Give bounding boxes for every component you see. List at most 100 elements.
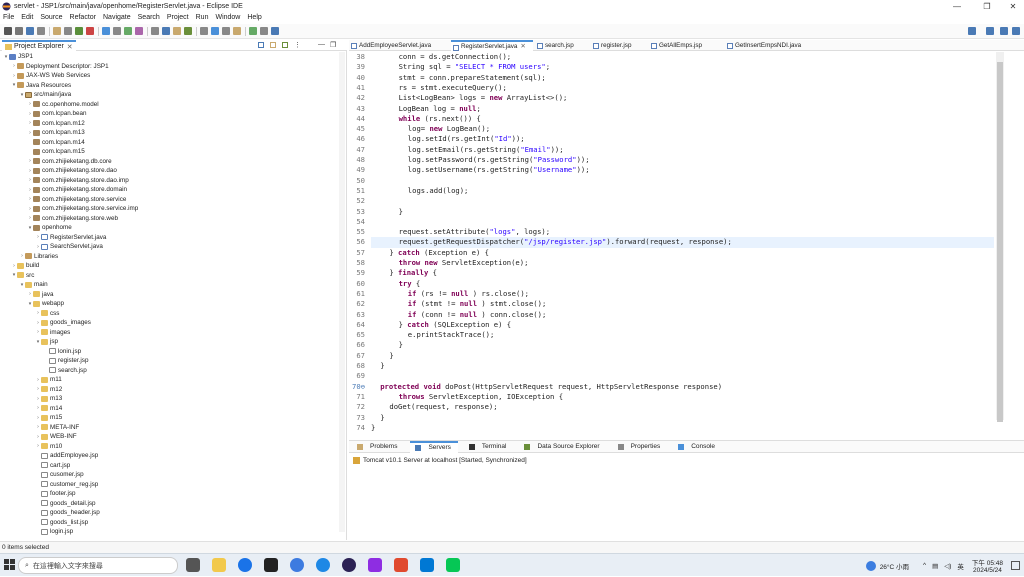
tree-item[interactable]: › m12: [35, 385, 62, 395]
tree-item[interactable]: › SearchServlet.java: [35, 242, 103, 252]
tree-item[interactable]: ▾ src/main/java: [19, 90, 71, 100]
tree-item[interactable]: cusomer.jsp: [35, 470, 84, 480]
server-row[interactable]: Tomcat v10.1 Server at localhost [Starte…: [353, 455, 527, 465]
tab-problems[interactable]: Problems: [352, 441, 404, 453]
toolbar-button-icon[interactable]: [173, 27, 181, 35]
toolbar-button-icon[interactable]: [53, 27, 61, 35]
toolbar-button-icon[interactable]: [75, 27, 83, 35]
tree-item[interactable]: ▾ webapp: [27, 299, 64, 309]
menu-refactor[interactable]: Refactor: [70, 14, 96, 21]
tab-project-explorer[interactable]: Project Explorer ✕: [2, 40, 76, 51]
perspective-icon[interactable]: [968, 27, 976, 35]
taskbar-search[interactable]: ⌕ 在這裡輸入文字來搜尋: [18, 557, 178, 574]
clock[interactable]: 下午 05:48 2024/5/24: [972, 557, 1003, 574]
tree-item[interactable]: ▾ main: [19, 280, 48, 290]
tab-properties[interactable]: Properties: [613, 441, 668, 453]
notification-icon[interactable]: [1011, 561, 1020, 570]
eclipse-taskbar-icon[interactable]: [342, 558, 356, 572]
tab-register-jsp[interactable]: register.jsp: [591, 40, 647, 51]
tree-item[interactable]: › com.zhijieketang.db.core: [27, 157, 112, 167]
tree-item[interactable]: › m11: [35, 375, 62, 385]
close-icon[interactable]: ✕: [520, 43, 525, 50]
menu-edit[interactable]: Edit: [21, 14, 33, 21]
tree-item[interactable]: login.jsp: [35, 527, 73, 537]
perspective-icon[interactable]: [986, 27, 994, 35]
tab-terminal[interactable]: Terminal: [464, 441, 514, 453]
app-icon[interactable]: [264, 558, 278, 572]
tree-item[interactable]: ▾ jsp: [35, 337, 58, 347]
toolbar-button-icon[interactable]: [271, 27, 279, 35]
app-icon-2[interactable]: [290, 558, 304, 572]
toolbar-button-icon[interactable]: [260, 27, 268, 35]
toolbar-button-icon[interactable]: [222, 27, 230, 35]
tab-getinsertempsndi-java[interactable]: GetInsertEmpsNDI.java: [725, 40, 821, 51]
tab-search-jsp[interactable]: search.jsp: [535, 40, 589, 51]
toolbar-button-icon[interactable]: [135, 27, 143, 35]
volume-icon[interactable]: ◁): [944, 562, 951, 570]
tree-item[interactable]: › META-INF: [35, 423, 79, 433]
toolbar-button-icon[interactable]: [4, 27, 12, 35]
perspective-icon[interactable]: [1012, 27, 1020, 35]
toolbar-button-icon[interactable]: [124, 27, 132, 35]
tab-registerservlet-java[interactable]: RegisterServlet.java ✕: [451, 40, 533, 51]
tab-servers[interactable]: Servers: [410, 440, 458, 453]
toolbar-button-icon[interactable]: [37, 27, 45, 35]
tree-item[interactable]: › WEB-INF: [35, 432, 76, 442]
edge-icon[interactable]: [316, 558, 330, 572]
scrollbar-thumb[interactable]: [997, 62, 1003, 422]
tree-item[interactable]: goods_detail.jsp: [35, 499, 96, 509]
tree-item[interactable]: › Deployment Descriptor: JSP1: [11, 62, 108, 72]
link-editor-icon[interactable]: [270, 42, 276, 48]
tree-item[interactable]: search.jsp: [43, 366, 87, 376]
tree-item[interactable]: › m14: [35, 404, 62, 414]
tree-item[interactable]: register.jsp: [43, 356, 88, 366]
close-icon[interactable]: ✕: [67, 43, 73, 51]
menu-help[interactable]: Help: [247, 14, 261, 21]
tree-item[interactable]: › com.zhijieketang.store.domain: [27, 185, 127, 195]
close-button[interactable]: ✕: [1002, 0, 1024, 12]
tree-item[interactable]: › css: [35, 309, 59, 319]
chevron-up-icon[interactable]: ^: [923, 562, 926, 569]
tree-item[interactable]: ▾ Java Resources: [11, 81, 71, 91]
windows-start-icon[interactable]: [4, 559, 15, 570]
toolbar-button-icon[interactable]: [15, 27, 23, 35]
tree-item[interactable]: › com.zhijieketang.store.dao: [27, 166, 117, 176]
task-view-icon[interactable]: [186, 558, 200, 572]
input-language[interactable]: 英: [957, 561, 964, 571]
toolbar-button-icon[interactable]: [162, 27, 170, 35]
explorer-scrollbar[interactable]: [339, 52, 345, 532]
toolbar-button-icon[interactable]: [102, 27, 110, 35]
tree-item[interactable]: com.lcpan.m15: [27, 147, 85, 157]
app-icon-3[interactable]: [368, 558, 382, 572]
tree-item[interactable]: › com.lcpan.m12: [27, 119, 85, 129]
toolbar-button-icon[interactable]: [233, 27, 241, 35]
menu-navigate[interactable]: Navigate: [103, 14, 131, 21]
line-icon[interactable]: [446, 558, 460, 572]
tree-item[interactable]: › Libraries: [19, 252, 58, 262]
vscode-icon[interactable]: [420, 558, 434, 572]
menu-search[interactable]: Search: [138, 14, 160, 21]
tree-item[interactable]: › JAX-WS Web Services: [11, 71, 90, 81]
tree-item[interactable]: ▾ openhome: [27, 223, 72, 233]
view-menu-icon[interactable]: ⋮: [294, 41, 301, 49]
toolbar-button-icon[interactable]: [200, 27, 208, 35]
code-editor[interactable]: 38 39 40 41 42 43 44 45 46 47 48 49 50 51 52 53 54 55 56 57…: [349, 52, 1024, 438]
tree-item[interactable]: › m10: [35, 442, 62, 452]
toolbar-button-icon[interactable]: [249, 27, 257, 35]
collapse-all-icon[interactable]: [258, 42, 264, 48]
menu-window[interactable]: Window: [215, 14, 240, 21]
tree-item[interactable]: footer.jsp: [35, 489, 76, 499]
app-icon-4[interactable]: [394, 558, 408, 572]
tree-item[interactable]: › com.lcpan.bean: [27, 109, 86, 119]
network-icon[interactable]: ▤: [932, 562, 938, 570]
maximize-view-icon[interactable]: ❐: [330, 41, 336, 49]
chrome-icon[interactable]: [238, 558, 252, 572]
toolbar-button-icon[interactable]: [151, 27, 159, 35]
editor-scrollbar[interactable]: [996, 52, 1004, 422]
tree-item[interactable]: lonin.jsp: [43, 347, 81, 357]
tree-item[interactable]: › RegisterServlet.java: [35, 233, 106, 243]
tree-item[interactable]: › goods_images: [35, 318, 91, 328]
tree-item[interactable]: com.lcpan.m14: [27, 138, 85, 148]
maximize-button[interactable]: ❐: [976, 0, 998, 12]
toolbar-button-icon[interactable]: [113, 27, 121, 35]
